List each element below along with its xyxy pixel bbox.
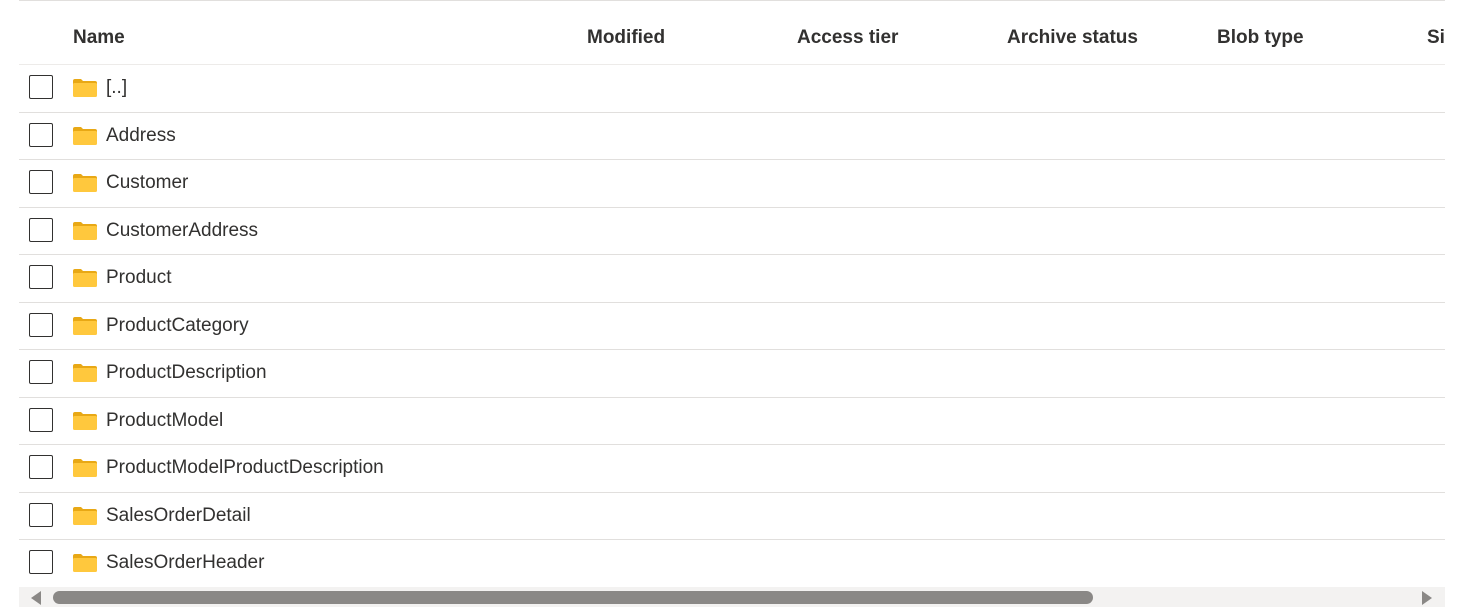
row-name-link[interactable]: ProductModelProductDescription xyxy=(106,457,384,479)
row-name-link[interactable]: ProductCategory xyxy=(106,315,249,337)
scrollbar-thumb[interactable] xyxy=(53,591,1093,604)
row-checkbox[interactable] xyxy=(29,360,53,384)
row-name-link[interactable]: Address xyxy=(106,125,176,147)
folder-icon xyxy=(73,459,97,477)
folder-icon xyxy=(73,364,97,382)
row-checkbox[interactable] xyxy=(29,265,53,289)
folder-icon xyxy=(73,174,97,192)
table-row[interactable]: [..] xyxy=(19,65,1445,113)
folder-icon xyxy=(73,221,97,240)
column-header-blob-type[interactable]: Blob type xyxy=(1217,27,1304,49)
chevron-right-icon[interactable] xyxy=(1422,591,1432,605)
table-row[interactable]: Customer xyxy=(19,160,1445,208)
row-checkbox[interactable] xyxy=(29,170,53,194)
blob-list-grid: Name Modified Access tier Archive status… xyxy=(19,0,1445,587)
table-row[interactable]: ProductModel xyxy=(19,398,1445,445)
table-row[interactable]: ProductDescription xyxy=(19,350,1445,398)
folder-icon xyxy=(73,269,97,287)
table-body: [..] Address Customer CustomerAddress Produc… xyxy=(19,65,1445,587)
column-header-access-tier[interactable]: Access tier xyxy=(797,27,898,49)
column-header-modified[interactable]: Modified xyxy=(587,27,665,49)
folder-icon xyxy=(73,506,97,525)
row-name-link[interactable]: Product xyxy=(106,267,171,289)
folder-icon xyxy=(73,126,97,145)
row-checkbox[interactable] xyxy=(29,312,53,337)
table-row[interactable]: Product xyxy=(19,255,1445,303)
row-checkbox[interactable] xyxy=(29,122,53,147)
table-header: Name Modified Access tier Archive status… xyxy=(19,1,1445,65)
horizontal-scrollbar[interactable] xyxy=(19,587,1445,607)
folder-icon xyxy=(73,411,97,430)
folder-icon xyxy=(73,316,97,335)
column-header-archive-status[interactable]: Archive status xyxy=(1007,27,1138,49)
row-name-link[interactable]: [..] xyxy=(106,77,127,99)
row-name-link[interactable]: CustomerAddress xyxy=(106,220,258,242)
table-row[interactable]: Address xyxy=(19,113,1445,160)
row-checkbox[interactable] xyxy=(29,75,53,99)
chevron-left-icon[interactable] xyxy=(31,591,41,605)
table-row[interactable]: ProductModelProductDescription xyxy=(19,445,1445,493)
row-name-link[interactable]: SalesOrderHeader xyxy=(106,552,264,574)
folder-icon xyxy=(73,79,97,97)
table-row[interactable]: SalesOrderHeader xyxy=(19,540,1445,587)
row-checkbox[interactable] xyxy=(29,217,53,242)
row-checkbox[interactable] xyxy=(29,455,53,479)
table-row[interactable]: ProductCategory xyxy=(19,303,1445,350)
row-name-link[interactable]: ProductModel xyxy=(106,410,223,432)
row-name-link[interactable]: SalesOrderDetail xyxy=(106,505,251,527)
table-row[interactable]: SalesOrderDetail xyxy=(19,493,1445,540)
folder-icon xyxy=(73,554,97,572)
row-name-link[interactable]: Customer xyxy=(106,172,188,194)
row-name-link[interactable]: ProductDescription xyxy=(106,362,267,384)
column-header-size[interactable]: Si: xyxy=(1427,27,1445,49)
row-checkbox[interactable] xyxy=(29,550,53,574)
table-row[interactable]: CustomerAddress xyxy=(19,208,1445,255)
row-checkbox[interactable] xyxy=(29,502,53,527)
column-header-name[interactable]: Name xyxy=(73,27,125,49)
row-checkbox[interactable] xyxy=(29,407,53,432)
